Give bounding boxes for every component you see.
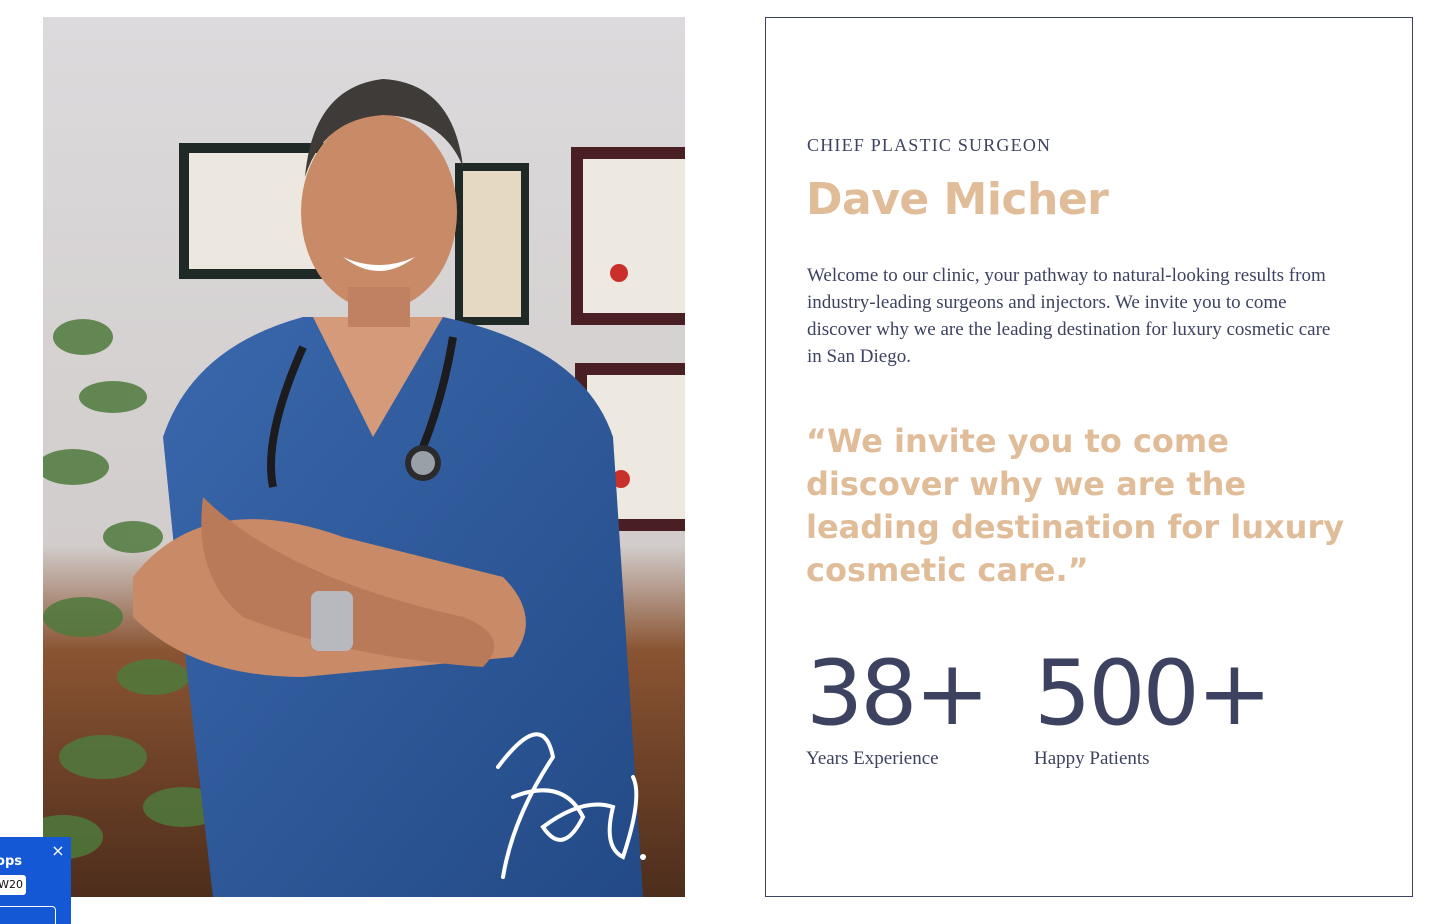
pull-quote: “We invite you to come discover why we a… bbox=[806, 422, 1345, 589]
intro-paragraph: Welcome to our clinic, your pathway to n… bbox=[807, 265, 1331, 367]
promo-action-button[interactable] bbox=[0, 906, 56, 924]
promo-code-badge: W20 bbox=[0, 875, 26, 895]
surgeon-info-card: CHIEF PLASTIC SURGEON Dave Micher Welcom… bbox=[765, 17, 1413, 897]
close-icon[interactable]: × bbox=[50, 843, 66, 859]
stat-value: 38+ bbox=[806, 641, 990, 746]
stat-label: Happy Patients bbox=[1034, 748, 1150, 769]
surgeon-portrait-illustration bbox=[43, 17, 685, 897]
promo-popup: ops! × W20 bbox=[0, 837, 71, 924]
stat-value: 500+ bbox=[1034, 641, 1272, 746]
surgeon-photo bbox=[43, 17, 685, 897]
page: CHIEF PLASTIC SURGEON Dave Micher Welcom… bbox=[0, 0, 1432, 924]
promo-title: ops! bbox=[0, 854, 22, 869]
stat-years-experience: 38+ Years Experience bbox=[806, 641, 990, 770]
stat-label: Years Experience bbox=[806, 748, 939, 769]
surgeon-name: Dave Micher bbox=[806, 174, 1109, 225]
role-label: CHIEF PLASTIC SURGEON bbox=[807, 135, 1052, 155]
stat-happy-patients: 500+ Happy Patients bbox=[1034, 641, 1272, 770]
